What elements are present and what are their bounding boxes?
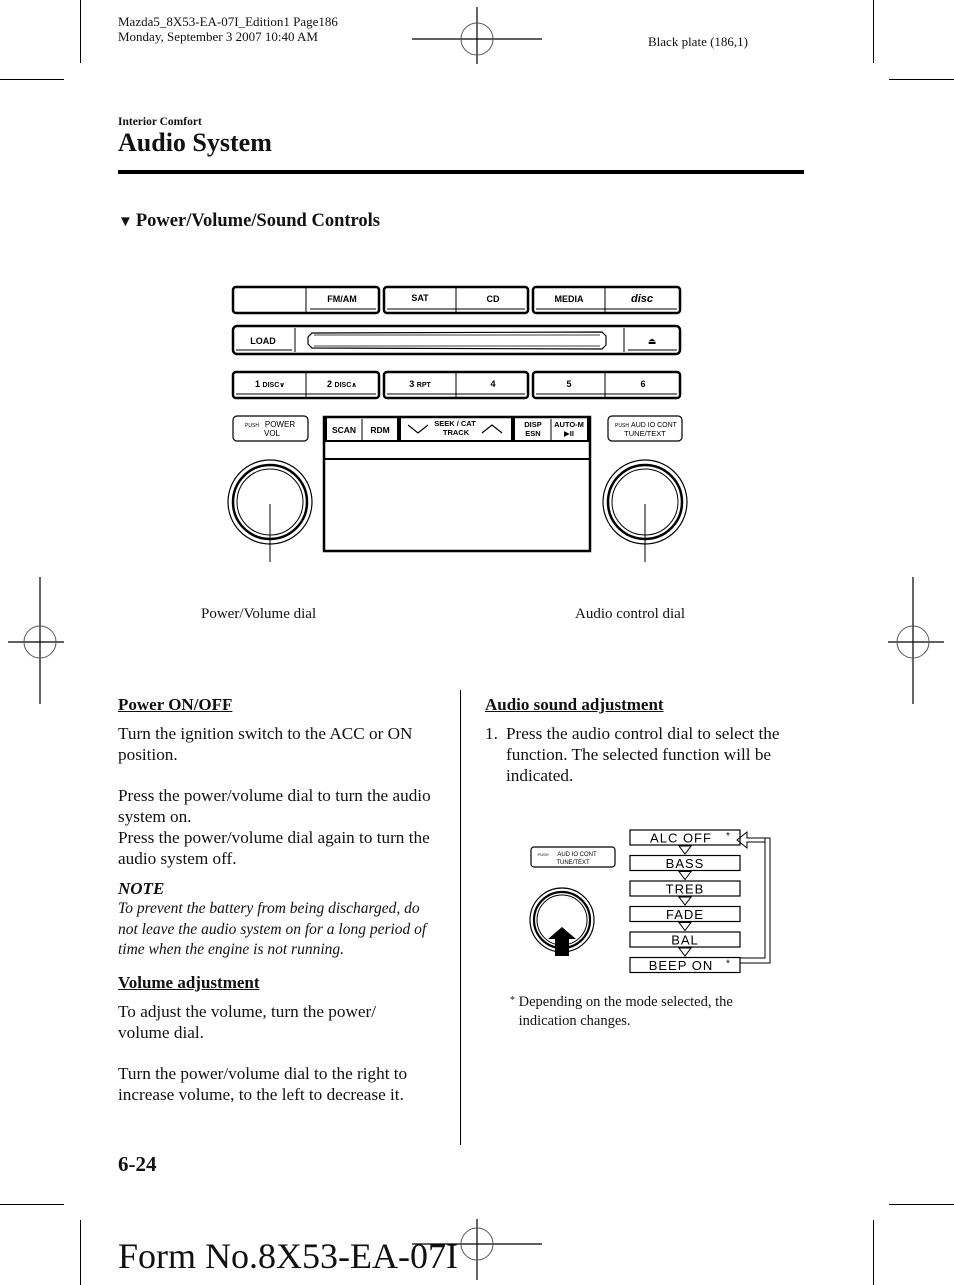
crop-mark	[873, 0, 874, 63]
volume-paragraph-1: To adjust the volume, turn the power/ vo…	[118, 1001, 376, 1042]
tune-text-label: TUNE/TEXT	[624, 429, 666, 438]
row2-frame	[231, 324, 682, 356]
media-button[interactable]: MEDIA	[555, 294, 585, 304]
audio-cont-label: AUD IO CONT	[631, 422, 678, 429]
page-title: Audio System	[118, 128, 272, 157]
footnote-text: Depending on the mode selected, the indi…	[518, 994, 733, 1029]
preset-1-button[interactable]: 1 DISC∨	[255, 379, 285, 389]
fm-am-button[interactable]: FM/AM	[327, 294, 357, 304]
load-button[interactable]: LOAD	[250, 336, 276, 346]
down-arrow-icon	[678, 947, 692, 957]
volume-paragraph-2: Turn the power/volume dial to the right …	[118, 1063, 408, 1104]
press-arrow-icon	[548, 927, 576, 956]
footnote: * Depending on the mode selected, the in…	[510, 993, 774, 1031]
cd-slot	[307, 331, 607, 350]
preset-4-button[interactable]: 4	[490, 379, 495, 389]
disp-label-bottom[interactable]: ESN	[525, 429, 540, 438]
function-label: FADE	[666, 907, 704, 922]
crop-mark	[0, 1204, 64, 1205]
disp-label-top[interactable]: DISP	[524, 420, 542, 429]
audio-sound-adjustment-heading: Audio sound adjustment	[485, 695, 664, 714]
print-header: Mazda5_8X53-EA-07I_Edition1 Page186 Mond…	[118, 14, 338, 44]
function-label: BEEP ON	[649, 958, 714, 973]
cd-button[interactable]: CD	[487, 294, 500, 304]
down-arrow-icon	[678, 871, 692, 881]
preset-6-button[interactable]: 6	[640, 379, 645, 389]
play-pause-icon[interactable]: ▶II	[564, 429, 574, 438]
asterisk-mark: *	[726, 831, 730, 842]
preset-sub: DISC∧	[335, 382, 357, 389]
audio-unit-diagram: FM/AM SAT CD MEDIA disc LOAD ⏏ 1 DISC∨ 2…	[227, 285, 688, 562]
down-arrow-icon	[678, 845, 692, 855]
crop-mark	[889, 79, 954, 80]
print-header-line2: Monday, September 3 2007 10:40 AM	[118, 29, 318, 44]
step-text: Press the audio control dial to select t…	[506, 724, 780, 785]
audio-push-label-small: PUSH	[537, 852, 548, 857]
vol-label: VOL	[264, 429, 281, 438]
rdm-button[interactable]: RDM	[370, 425, 389, 435]
power-paragraph-1: Turn the ignition switch to the ACC or O…	[118, 724, 413, 764]
preset-sub: RPT	[417, 382, 432, 389]
page-number: 6-24	[118, 1152, 157, 1176]
crop-mark	[889, 1204, 954, 1205]
form-number: Form No.8X53-EA-07I	[118, 1236, 458, 1276]
down-triangle-icon: ▼	[118, 214, 133, 230]
return-arrow	[740, 837, 771, 964]
down-arrow-icon	[678, 922, 692, 932]
section-title: Power/Volume/Sound Controls	[135, 211, 380, 231]
column-divider	[460, 690, 461, 1145]
crop-mark	[0, 79, 64, 80]
seek-label-bottom[interactable]: TRACK	[443, 428, 470, 437]
display-panel	[322, 415, 592, 553]
auto-m-label[interactable]: AUTO-M	[554, 420, 584, 429]
preset-number: 1	[255, 379, 260, 389]
cd-logo: disc	[631, 293, 653, 305]
power-label: POWER	[265, 420, 295, 429]
down-arrow-icon	[678, 896, 692, 906]
plate-label: Black plate (186,1)	[648, 34, 748, 49]
preset-3-button[interactable]: 3 RPT	[409, 379, 431, 389]
callout-audio-control-dial: Audio control dial	[575, 606, 685, 622]
function-label: BASS	[666, 856, 705, 871]
preset-number: 3	[409, 379, 414, 389]
audio-cont-label-small: AUD IO CONT	[557, 852, 597, 858]
scan-button[interactable]: SCAN	[332, 425, 356, 435]
audio-function-cycle-diagram: PUSH AUD IO CONT TUNE/TEXT ALC OFF * BASS T…	[529, 829, 771, 974]
volume-adjustment-heading: Volume adjustment	[118, 972, 260, 992]
power-paragraph-3: Press the power/volume dial again to tur…	[118, 828, 430, 868]
function-label: BAL	[671, 933, 699, 948]
crop-mark	[80, 0, 81, 63]
step-number: 1.	[485, 724, 498, 743]
crop-mark	[80, 1220, 81, 1285]
step-1: 1. Press the audio control dial to selec…	[485, 723, 807, 786]
sat-button[interactable]: SAT	[411, 293, 429, 303]
breadcrumb: Interior Comfort	[118, 116, 202, 128]
callout-power-volume-dial: Power/Volume dial	[201, 606, 317, 622]
preset-sub: DISC∨	[263, 382, 285, 389]
title-rule	[118, 170, 804, 174]
right-column: Audio sound adjustment 1. Press the audi…	[485, 695, 807, 786]
crop-mark	[873, 1220, 874, 1285]
power-paragraph-2: Press the power/volume dial to turn the …	[118, 786, 431, 826]
registration-mark-top	[412, 7, 542, 64]
preset-2-button[interactable]: 2 DISC∧	[327, 379, 357, 389]
registration-mark-left	[8, 577, 64, 704]
power-on-off-heading: Power ON/OFF	[118, 695, 233, 714]
power-push-label: PUSH	[245, 423, 259, 429]
function-label: TREB	[666, 882, 705, 897]
note-heading: NOTE	[118, 879, 165, 898]
asterisk-mark: *	[726, 959, 730, 970]
tune-text-label-small: TUNE/TEXT	[556, 860, 590, 866]
footnote-asterisk: *	[510, 995, 515, 1006]
eject-icon[interactable]: ⏏	[648, 336, 657, 346]
function-label: ALC OFF	[650, 831, 712, 846]
registration-mark-right	[888, 577, 944, 704]
seek-label-top[interactable]: SEEK / CAT	[434, 419, 476, 428]
note-text: To prevent the battery from being discha…	[118, 900, 427, 958]
left-column: Power ON/OFF Turn the ignition switch to…	[118, 695, 438, 1105]
preset-5-button[interactable]: 5	[566, 379, 571, 389]
section-heading: ▼ Power/Volume/Sound Controls	[118, 211, 380, 232]
preset-number: 2	[327, 379, 332, 389]
print-header-line1: Mazda5_8X53-EA-07I_Edition1 Page186	[118, 14, 338, 29]
